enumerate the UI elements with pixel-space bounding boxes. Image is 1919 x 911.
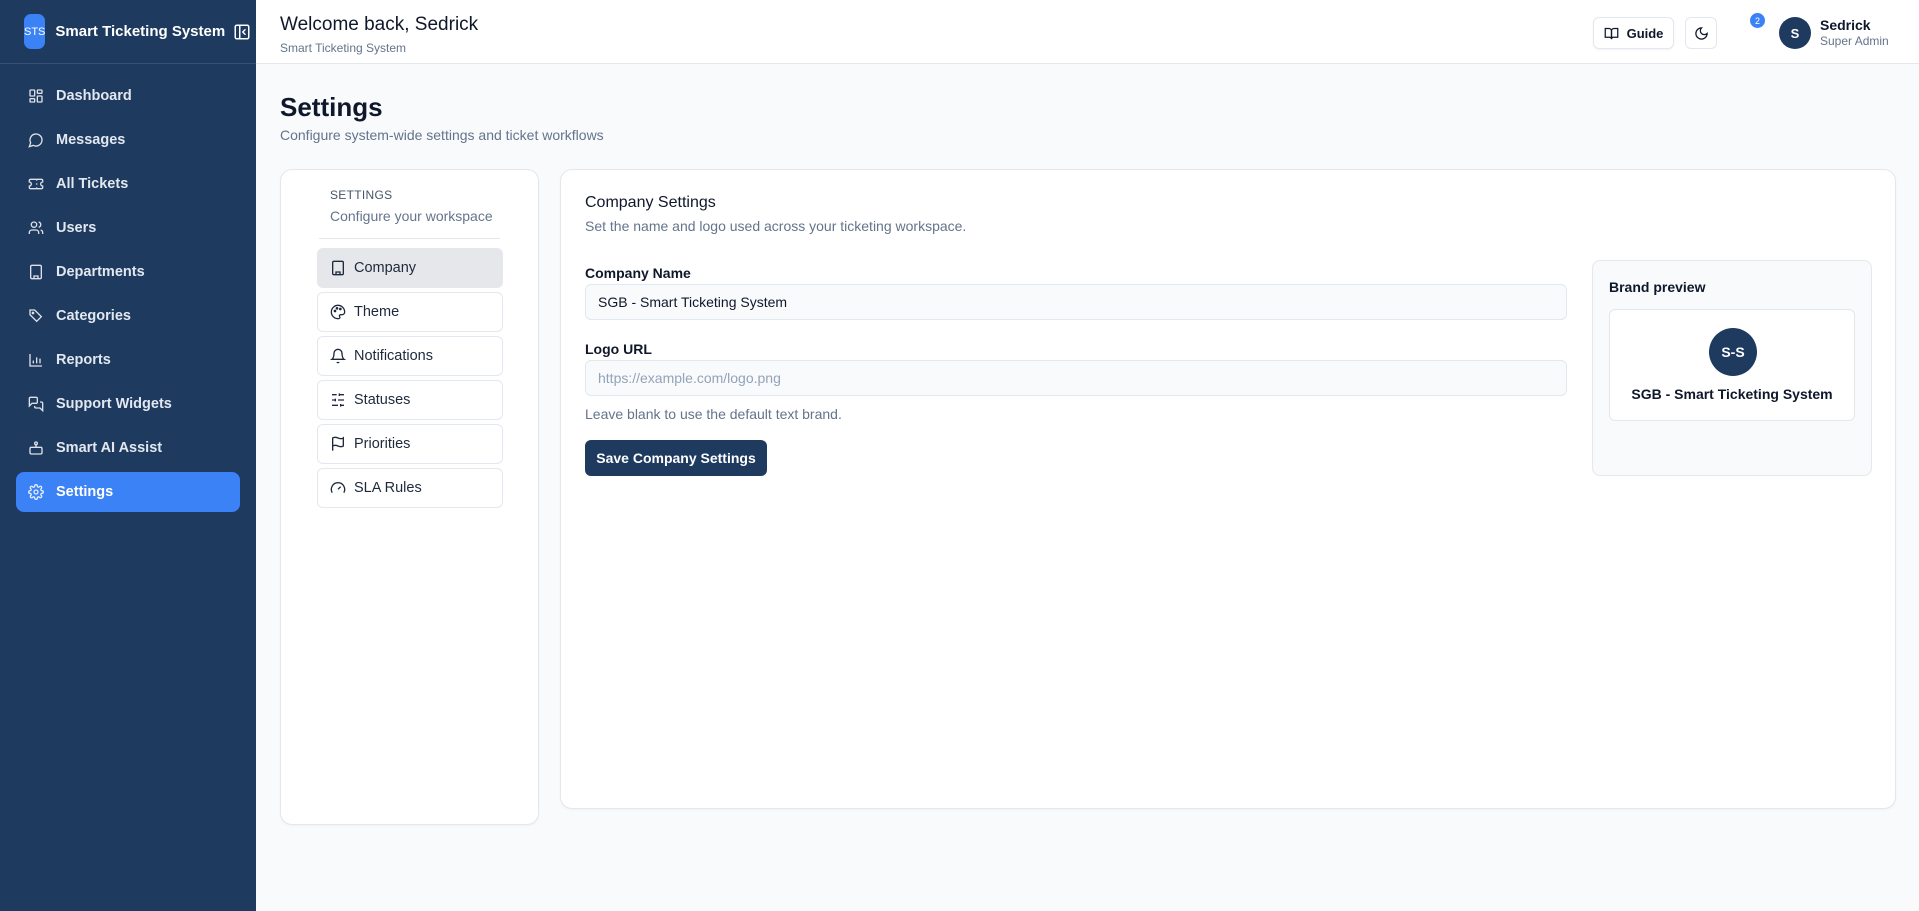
flag-icon [330,436,346,452]
logo-url-hint: Leave blank to use the default text bran… [585,406,842,422]
brand-header: STS Smart Ticketing System [0,0,256,64]
sidebar-item-categories[interactable]: Categories [16,296,240,336]
sidebar-item-label: Departments [56,264,145,280]
company-settings-card: Company Settings Set the name and logo u… [560,169,1896,809]
settings-tab-priorities[interactable]: Priorities [317,424,503,464]
settings-tab-label: Priorities [354,436,411,452]
settings-tab-label: Statuses [354,392,411,408]
sidebar-item-label: Messages [56,132,126,148]
settings-tab-label: SLA Rules [354,480,422,496]
settings-tab-notifications[interactable]: Notifications [317,336,503,376]
notification-count-badge: 2 [1750,13,1765,28]
tags-icon [28,308,44,324]
settings-section-list: Company Theme Notifications Statuses Pri… [317,248,503,512]
building-icon [330,260,346,276]
app-name: Smart Ticketing System [55,23,226,40]
chat-widget-icon [28,396,44,412]
brand-preview-name: SGB - Smart Ticketing System [1631,386,1833,402]
user-role: Super Admin [1820,34,1889,48]
theme-toggle-button[interactable] [1685,17,1717,49]
settings-tab-label: Notifications [354,348,433,364]
settings-nav-card: SETTINGS Configure your workspace Compan… [280,169,539,825]
save-company-settings-button[interactable]: Save Company Settings [585,440,767,476]
settings-tab-sla-rules[interactable]: SLA Rules [317,468,503,508]
sidebar-item-label: Support Widgets [56,396,172,412]
section-title: Company Settings [585,194,716,211]
bot-icon [28,440,44,456]
sidebar-item-departments[interactable]: Departments [16,252,240,292]
company-name-label: Company Name [585,265,691,281]
top-header: Welcome back, Sedrick Smart Ticketing Sy… [256,0,1919,64]
gauge-icon [330,480,346,496]
avatar[interactable]: S [1779,17,1811,49]
settings-nav-heading: SETTINGS [330,188,393,202]
user-name[interactable]: Sedrick [1820,17,1871,33]
collapse-sidebar-icon[interactable] [233,23,251,41]
dashboard-icon [28,88,44,104]
logo-url-label: Logo URL [585,341,652,357]
sidebar-item-reports[interactable]: Reports [16,340,240,380]
bar-chart-icon [28,352,44,368]
sidebar-item-label: Smart AI Assist [56,440,163,456]
settings-tab-label: Company [354,260,417,276]
sidebar-item-label: Categories [56,308,131,324]
sidebar-item-dashboard[interactable]: Dashboard [16,76,240,116]
message-icon [28,132,44,148]
settings-tab-statuses[interactable]: Statuses [317,380,503,420]
welcome-message: Welcome back, Sedrick [280,14,479,35]
brand-preview-title: Brand preview [1609,279,1706,295]
book-icon [1604,26,1627,41]
section-subtitle: Set the name and logo used across your t… [585,218,967,234]
sidebar-item-label: All Tickets [56,176,129,192]
page-subtitle: Configure system-wide settings and ticke… [280,127,604,143]
header-subtitle: Smart Ticketing System [280,41,407,55]
brand-preview-panel: Brand preview S-S SGB - Smart Ticketing … [1592,260,1872,476]
sidebar-item-support-widgets[interactable]: Support Widgets [16,384,240,424]
users-icon [28,220,44,236]
sidebar-item-label: Dashboard [56,88,132,104]
brand-preview-box: S-S SGB - Smart Ticketing System [1609,309,1855,421]
sidebar-item-messages[interactable]: Messages [16,120,240,160]
sidebar-item-smart-ai-assist[interactable]: Smart AI Assist [16,428,240,468]
sidebar: STS Smart Ticketing System Dashboard Mes… [0,0,256,911]
sidebar-item-label: Settings [56,484,114,500]
guide-button[interactable]: Guide [1593,17,1674,49]
sliders-icon [330,392,346,408]
moon-icon [1694,26,1709,41]
gear-icon [28,484,44,500]
palette-icon [330,304,346,320]
sidebar-item-users[interactable]: Users [16,208,240,248]
sidebar-item-label: Users [56,220,97,236]
logo-url-input[interactable] [585,360,1567,396]
sidebar-item-settings[interactable]: Settings [16,472,240,512]
settings-nav-subheading: Configure your workspace [330,208,493,224]
settings-tab-label: Theme [354,304,400,320]
ticket-icon [28,176,44,192]
brand-preview-logo: S-S [1709,328,1757,376]
settings-tab-company[interactable]: Company [317,248,503,288]
bell-icon [330,348,346,364]
building-icon [28,264,44,280]
page-title: Settings [280,92,383,122]
divider [319,238,500,239]
sidebar-item-all-tickets[interactable]: All Tickets [16,164,240,204]
company-name-input[interactable] [585,284,1567,320]
sidebar-item-label: Reports [56,352,111,368]
app-logo[interactable]: STS [24,14,46,49]
settings-tab-theme[interactable]: Theme [317,292,503,332]
guide-label: Guide [1626,25,1664,41]
sidebar-nav: Dashboard Messages All Tickets Users Dep… [0,64,256,528]
